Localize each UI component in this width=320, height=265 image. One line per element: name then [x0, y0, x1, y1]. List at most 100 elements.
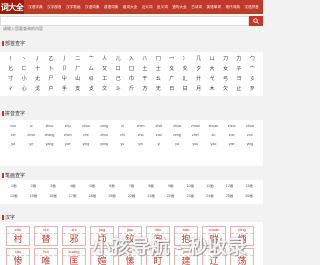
- pinyin-link[interactable]: zhi: [113, 133, 131, 137]
- pinyin-link[interactable]: zhuan: [204, 124, 222, 128]
- radical-link[interactable]: 方: [138, 85, 151, 92]
- radical-link[interactable]: 止: [232, 85, 245, 92]
- pinyin-link[interactable]: zhang: [40, 133, 58, 137]
- pinyin-link[interactable]: zhu: [59, 124, 77, 128]
- radical-link[interactable]: 弋: [205, 75, 218, 82]
- radical-link[interactable]: 欠: [219, 85, 232, 92]
- radical-link[interactable]: 巛: [85, 75, 98, 82]
- radical-link[interactable]: 歹: [246, 85, 259, 92]
- radical-link[interactable]: 无: [152, 85, 165, 92]
- nav-link[interactable]: 汉语词典: [85, 5, 99, 10]
- radical-link[interactable]: 匕: [4, 65, 17, 72]
- pinyin-link[interactable]: zao: [150, 133, 168, 137]
- stroke-count-link[interactable]: 16画: [43, 194, 63, 199]
- radical-link[interactable]: 口: [111, 65, 124, 72]
- pinyin-link[interactable]: zhuo: [223, 124, 241, 128]
- pinyin-link[interactable]: zong: [95, 124, 113, 128]
- pinyin-link[interactable]: zhua: [241, 124, 259, 128]
- radical-link[interactable]: 勹: [246, 55, 259, 62]
- stroke-count-link[interactable]: 12画: [220, 184, 240, 189]
- char-card[interactable]: cǎn 惨: [6, 248, 30, 265]
- radical-link[interactable]: 又: [98, 65, 111, 72]
- stroke-count-link[interactable]: 13画: [239, 184, 259, 189]
- radical-link[interactable]: 子: [232, 65, 245, 72]
- stroke-count-link[interactable]: 26画: [239, 194, 259, 199]
- nav-link[interactable]: 汉语拼音: [244, 5, 258, 10]
- radical-link[interactable]: 攴: [85, 85, 98, 92]
- stroke-count-link[interactable]: 19画: [102, 194, 122, 199]
- radical-link[interactable]: 文: [98, 85, 111, 92]
- radical-link[interactable]: 几: [192, 55, 205, 62]
- radical-link[interactable]: 厶: [85, 65, 98, 72]
- pinyin-link[interactable]: zhua: [168, 124, 186, 128]
- radical-link[interactable]: 宀: [246, 65, 259, 72]
- pinyin-link[interactable]: zha: [131, 133, 149, 137]
- pinyin-link[interactable]: zhou: [77, 124, 95, 128]
- char-card[interactable]: zhì 邪: [62, 226, 86, 246]
- radical-link[interactable]: 尢: [31, 75, 44, 82]
- radical-link[interactable]: 彳: [4, 85, 17, 92]
- pinyin-link[interactable]: yan: [223, 142, 241, 146]
- radical-link[interactable]: 凵: [205, 55, 218, 62]
- pinyin-link[interactable]: zhe: [77, 133, 95, 137]
- nav-link[interactable]: 现代词典: [225, 5, 239, 10]
- pinyin-link[interactable]: ya: [168, 142, 186, 146]
- pinyin-link[interactable]: zhen: [131, 124, 149, 128]
- radical-link[interactable]: 戈: [31, 85, 44, 92]
- radical-link[interactable]: 彐: [232, 75, 245, 82]
- pinyin-link[interactable]: you: [186, 142, 204, 146]
- radical-link[interactable]: 幺: [152, 75, 165, 82]
- pinyin-link[interactable]: zhuo: [40, 124, 58, 128]
- radical-link[interactable]: 十: [31, 65, 44, 72]
- pinyin-link[interactable]: zi: [113, 124, 131, 128]
- pinyin-link[interactable]: yi: [150, 142, 168, 146]
- pinyin-link[interactable]: ya: [4, 142, 22, 146]
- stroke-count-link[interactable]: 2画: [24, 184, 44, 189]
- radical-link[interactable]: 廴: [178, 75, 191, 82]
- pinyin-link[interactable]: lv: [22, 124, 40, 128]
- pinyin-link[interactable]: yong: [95, 142, 113, 146]
- nav-link[interactable]: 组词大全: [123, 5, 137, 10]
- stroke-count-link[interactable]: 7画: [122, 184, 142, 189]
- stroke-count-link[interactable]: 10画: [181, 184, 201, 189]
- stroke-count-link[interactable]: 24画: [200, 194, 220, 199]
- nav-link[interactable]: 古诗词: [191, 5, 202, 10]
- radical-link[interactable]: 夕: [192, 65, 205, 72]
- stroke-count-link[interactable]: 4画: [63, 184, 83, 189]
- radical-link[interactable]: 曰: [178, 85, 191, 92]
- stroke-count-link[interactable]: 21画: [141, 194, 161, 199]
- pinyin-link[interactable]: cuo: [4, 124, 22, 128]
- radical-link[interactable]: 囗: [125, 65, 138, 72]
- radical-link[interactable]: 乙: [44, 55, 57, 62]
- pinyin-link[interactable]: yang: [40, 142, 58, 146]
- stroke-count-link[interactable]: 5画: [82, 184, 102, 189]
- radical-link[interactable]: 女: [219, 65, 232, 72]
- radical-link[interactable]: 冂: [152, 55, 165, 62]
- pinyin-link[interactable]: zhen: [59, 133, 77, 137]
- pinyin-link[interactable]: zhei: [150, 124, 168, 128]
- pinyin-link[interactable]: yu: [113, 142, 131, 146]
- radical-link[interactable]: 力: [232, 55, 245, 62]
- radical-link[interactable]: 日: [165, 85, 178, 92]
- radical-link[interactable]: 大: [205, 65, 218, 72]
- stroke-count-link[interactable]: 22画: [161, 194, 181, 199]
- radical-link[interactable]: 夊: [178, 65, 191, 72]
- stroke-count-link[interactable]: 6画: [102, 184, 122, 189]
- stroke-count-link[interactable]: 14画: [4, 194, 24, 199]
- radical-link[interactable]: 亠: [85, 55, 98, 62]
- pinyin-link[interactable]: zhuai: [186, 124, 204, 128]
- radical-link[interactable]: 山: [71, 75, 84, 82]
- pinyin-link[interactable]: yao: [204, 142, 222, 146]
- radical-link[interactable]: 士: [152, 65, 165, 72]
- radical-link[interactable]: 廾: [192, 75, 205, 82]
- radical-link[interactable]: 冫: [178, 55, 191, 62]
- stroke-count-link[interactable]: 25画: [220, 194, 240, 199]
- radical-link[interactable]: 斤: [125, 85, 138, 92]
- stroke-count-link[interactable]: 23画: [181, 194, 201, 199]
- radical-link[interactable]: 心: [17, 85, 30, 92]
- radical-link[interactable]: 干: [138, 75, 151, 82]
- radical-link[interactable]: 小: [17, 75, 30, 82]
- nav-link[interactable]: 反义词: [157, 5, 168, 10]
- radical-link[interactable]: 人: [98, 55, 111, 62]
- stroke-count-link[interactable]: 1画: [4, 184, 24, 189]
